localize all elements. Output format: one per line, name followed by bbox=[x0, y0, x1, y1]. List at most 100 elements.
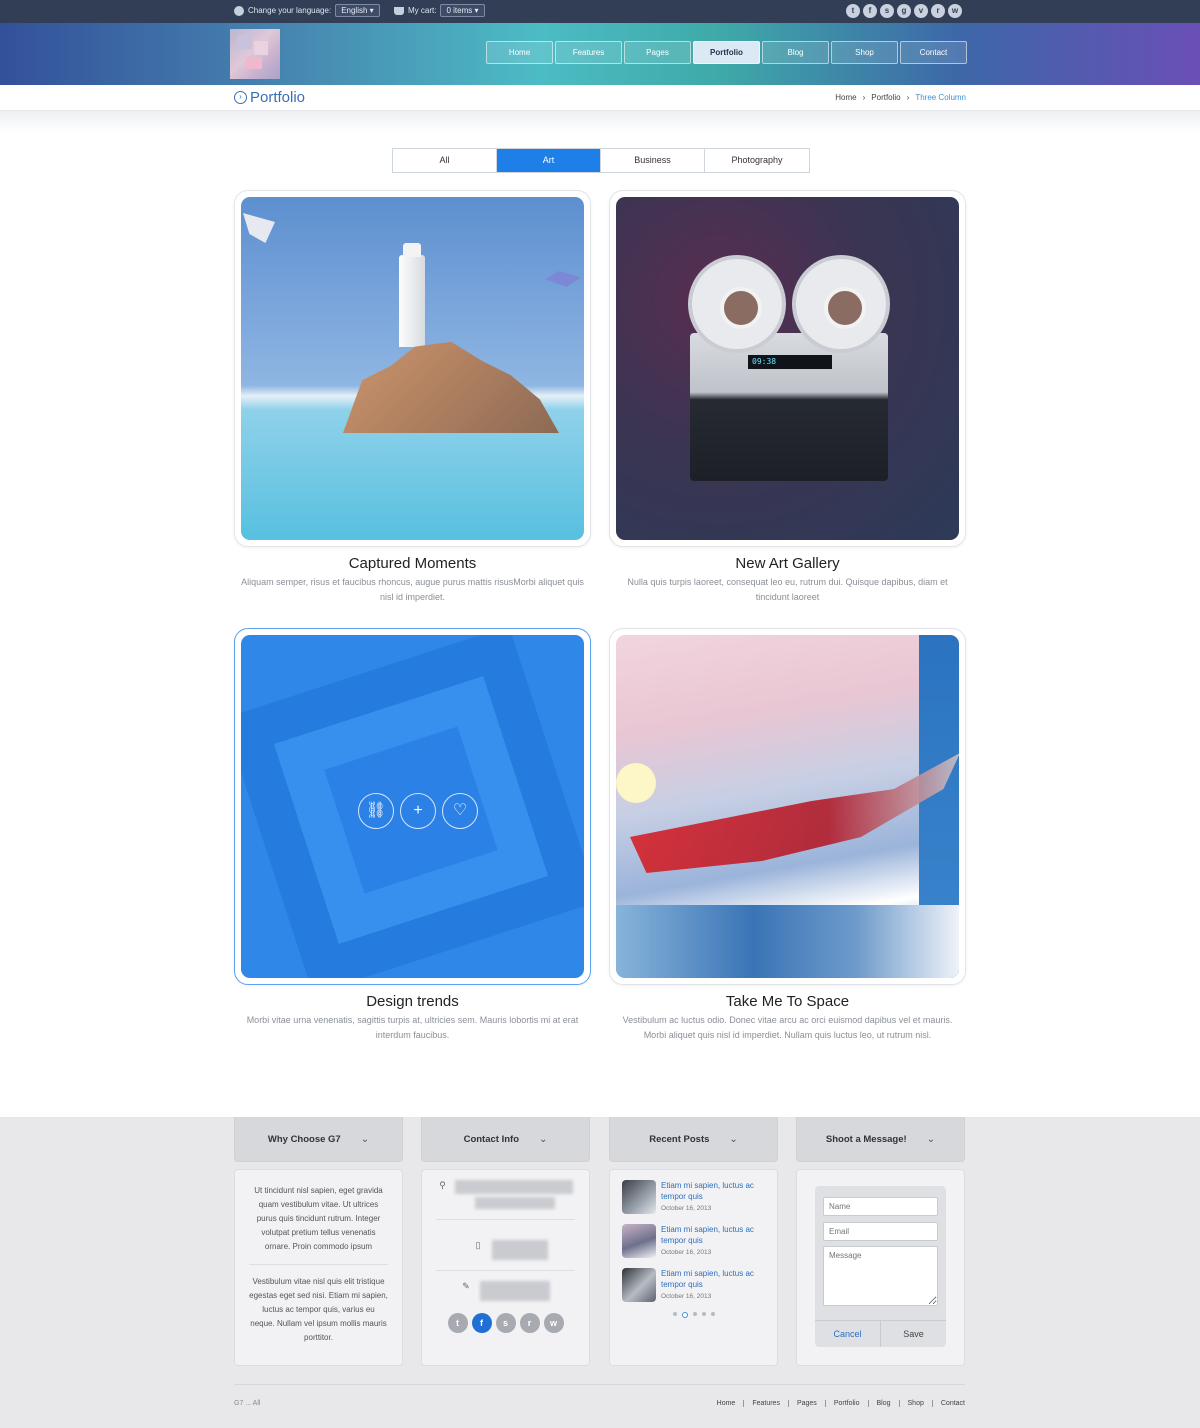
twitter-icon[interactable]: t bbox=[447, 1313, 468, 1333]
site-logo[interactable] bbox=[230, 29, 280, 79]
footer-contact-body: ⚲ ▯ ✎ t f s r w bbox=[421, 1169, 590, 1366]
portfolio-filters: All Art Business Photography bbox=[392, 148, 810, 173]
heart-icon[interactable]: ♡ bbox=[442, 793, 478, 829]
breadcrumb: Home › Portfolio › Three Column bbox=[835, 93, 966, 102]
globe-icon bbox=[234, 5, 244, 16]
name-field[interactable] bbox=[823, 1197, 938, 1216]
save-button[interactable]: Save bbox=[881, 1321, 946, 1347]
language-select[interactable]: English ▾ bbox=[335, 4, 380, 17]
page-title-text: Portfolio bbox=[250, 89, 306, 106]
breadcrumb-home[interactable]: Home bbox=[835, 93, 856, 102]
post-title[interactable]: Etiam mi sapien, luctus ac tempor quis bbox=[661, 1224, 765, 1246]
chevron-down-icon: ⌄ bbox=[729, 1133, 738, 1145]
rss-icon[interactable]: r bbox=[931, 4, 945, 18]
filter-business[interactable]: Business bbox=[601, 149, 705, 172]
wordpress-icon[interactable]: w bbox=[543, 1313, 564, 1333]
top-social-icons: t f s g v r w bbox=[846, 4, 962, 18]
footer-recent-header[interactable]: Recent Posts ⌄ bbox=[609, 1117, 778, 1162]
portfolio-image-frame[interactable] bbox=[234, 190, 591, 547]
footer-nav-blog[interactable]: Blog bbox=[869, 1400, 900, 1407]
nav-contact[interactable]: Contact bbox=[900, 41, 967, 64]
recent-post[interactable]: Etiam mi sapien, luctus ac tempor quis O… bbox=[610, 1214, 777, 1258]
nav-features[interactable]: Features bbox=[555, 41, 622, 64]
header-shadow bbox=[0, 111, 1200, 133]
vimeo-icon[interactable]: v bbox=[914, 4, 928, 18]
footer-message-body: Cancel Save bbox=[796, 1169, 965, 1366]
lighthouse-image bbox=[241, 197, 584, 540]
footer-nav-features[interactable]: Features bbox=[744, 1400, 789, 1407]
portfolio-title[interactable]: Take Me To Space bbox=[609, 993, 966, 1010]
deck-display: 09:38 bbox=[748, 355, 832, 369]
post-date: October 16, 2013 bbox=[661, 1205, 712, 1212]
post-date: October 16, 2013 bbox=[661, 1249, 712, 1256]
nav-portfolio[interactable]: Portfolio bbox=[693, 41, 760, 64]
portfolio-description: Morbi vitae urna venenatis, sagittis tur… bbox=[246, 1015, 579, 1040]
portfolio-image-frame[interactable]: 09:38 bbox=[609, 190, 966, 547]
skype-icon[interactable]: s bbox=[880, 4, 894, 18]
recent-post[interactable]: Etiam mi sapien, luctus ac tempor quis O… bbox=[610, 1170, 777, 1214]
breadcrumb-portfolio[interactable]: Portfolio bbox=[871, 93, 900, 102]
carousel-dot[interactable] bbox=[681, 1312, 688, 1318]
basket-icon bbox=[394, 6, 404, 15]
footer-divider bbox=[234, 1384, 965, 1385]
footer-contact-heading: Contact Info bbox=[463, 1133, 520, 1145]
footer-nav-contact[interactable]: Contact bbox=[933, 1400, 965, 1407]
wordpress-icon[interactable]: w bbox=[948, 4, 962, 18]
language-label: Change your language: bbox=[248, 6, 332, 15]
carousel-dot[interactable] bbox=[692, 1312, 697, 1316]
nav-shop[interactable]: Shop bbox=[831, 41, 898, 64]
twitter-icon[interactable]: t bbox=[846, 4, 860, 18]
cancel-button[interactable]: Cancel bbox=[815, 1321, 881, 1347]
carousel-dot[interactable] bbox=[672, 1312, 677, 1316]
cart-select[interactable]: 0 items ▾ bbox=[440, 4, 485, 17]
footer-contact-header[interactable]: Contact Info ⌄ bbox=[421, 1117, 590, 1162]
footer-message-column: Shoot a Message! ⌄ Cancel Save bbox=[796, 1117, 965, 1366]
footer-message-heading: Shoot a Message! bbox=[825, 1133, 907, 1145]
post-date: October 16, 2013 bbox=[661, 1293, 712, 1300]
hover-actions: ⛓ + ♡ bbox=[358, 793, 478, 829]
footer-why-text: Ut tincidunt nisl sapien, eget gravida q… bbox=[254, 1186, 383, 1251]
reel-to-reel-image: 09:38 bbox=[616, 197, 959, 540]
nav-blog[interactable]: Blog bbox=[762, 41, 829, 64]
footer-nav-portfolio[interactable]: Portfolio bbox=[826, 1400, 869, 1407]
portfolio-image-frame[interactable]: ⛓ + ♡ bbox=[234, 628, 591, 985]
footer-nav-pages[interactable]: Pages bbox=[789, 1400, 826, 1407]
portfolio-title[interactable]: Design trends bbox=[234, 993, 591, 1010]
carousel-dots bbox=[610, 1312, 777, 1318]
post-title[interactable]: Etiam mi sapien, luctus ac tempor quis bbox=[661, 1180, 765, 1202]
footer-nav-shop[interactable]: Shop bbox=[900, 1400, 933, 1407]
google-plus-icon[interactable]: g bbox=[897, 4, 911, 18]
filter-photography[interactable]: Photography bbox=[705, 149, 809, 172]
facebook-icon[interactable]: f bbox=[471, 1313, 492, 1333]
design-trends-image: ⛓ + ♡ bbox=[241, 635, 584, 978]
footer-social-icons: t f s r w bbox=[422, 1313, 589, 1333]
post-title[interactable]: Etiam mi sapien, luctus ac tempor quis bbox=[661, 1268, 765, 1290]
footer-why-body: Ut tincidunt nisl sapien, eget gravida q… bbox=[234, 1169, 403, 1366]
footer-why-header[interactable]: Why Choose G7 ⌄ bbox=[234, 1117, 403, 1162]
filter-art[interactable]: Art bbox=[497, 149, 601, 172]
nav-pages[interactable]: Pages bbox=[624, 41, 691, 64]
page-title-bar: › Portfolio Home › Portfolio › Three Col… bbox=[0, 85, 1200, 111]
carousel-dot[interactable] bbox=[710, 1312, 715, 1316]
footer-nav-home[interactable]: Home bbox=[709, 1400, 745, 1407]
footer-message-header[interactable]: Shoot a Message! ⌄ bbox=[796, 1117, 965, 1162]
edit-icon: ✎ bbox=[462, 1281, 470, 1291]
portfolio-title[interactable]: Captured Moments bbox=[234, 555, 591, 572]
breadcrumb-separator: › bbox=[906, 93, 910, 102]
site-header: Home Features Pages Portfolio Blog Shop … bbox=[0, 23, 1200, 85]
carousel-dot[interactable] bbox=[701, 1312, 706, 1316]
copyright: G7 ... All bbox=[234, 1400, 261, 1407]
message-field[interactable] bbox=[823, 1246, 938, 1306]
plus-icon[interactable]: + bbox=[400, 793, 436, 829]
nav-home[interactable]: Home bbox=[486, 41, 553, 64]
filter-all[interactable]: All bbox=[393, 149, 497, 172]
portfolio-image-frame[interactable] bbox=[609, 628, 966, 985]
recent-post[interactable]: Etiam mi sapien, luctus ac tempor quis O… bbox=[610, 1258, 777, 1302]
post-thumbnail bbox=[622, 1268, 656, 1302]
link-icon[interactable]: ⛓ bbox=[358, 793, 394, 829]
email-field[interactable] bbox=[823, 1222, 938, 1241]
rss-icon[interactable]: r bbox=[519, 1313, 540, 1333]
skype-icon[interactable]: s bbox=[495, 1313, 516, 1333]
facebook-icon[interactable]: f bbox=[863, 4, 877, 18]
portfolio-title[interactable]: New Art Gallery bbox=[609, 555, 966, 572]
